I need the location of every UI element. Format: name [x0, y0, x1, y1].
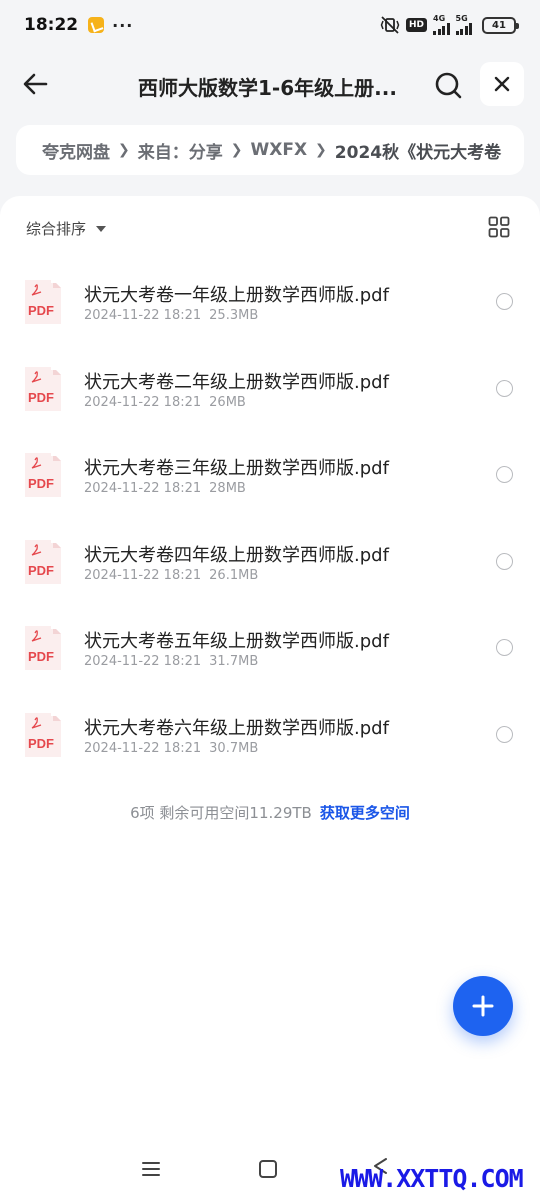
file-meta: 2024-11-22 18:21 30.7MB — [84, 741, 258, 756]
breadcrumb-item-current[interactable]: 2024秋《状元大考卷 — [335, 138, 501, 163]
file-date: 2024-11-22 18:21 — [84, 394, 202, 410]
file-size: 28MB — [209, 481, 246, 497]
pdf-file-icon: PDF — [25, 710, 61, 757]
select-checkbox[interactable] — [496, 466, 513, 484]
select-checkbox[interactable] — [496, 293, 513, 310]
hd-badge: HD — [405, 18, 427, 32]
file-row[interactable]: PDF 状元大考卷六年级上册数学西师版.pdf 2024-11-22 18:21… — [0, 679, 540, 766]
sim1-label: 4G — [433, 14, 446, 23]
file-name: 状元大考卷二年级上册数学西师版.pdf — [84, 371, 389, 393]
status-bar: 18:22 ··· HD 4G 5G 41 — [0, 0, 540, 50]
recent-apps-icon[interactable] — [141, 1160, 161, 1178]
file-date: 2024-11-22 18:21 — [84, 740, 202, 756]
file-date: 2024-11-22 18:21 — [84, 481, 202, 497]
get-more-space-link[interactable]: 获取更多空间 — [320, 804, 410, 822]
sort-button[interactable]: 综合排序 — [26, 218, 107, 239]
file-meta: 2024-11-22 18:21 31.7MB — [84, 654, 258, 669]
file-size: 31.7MB — [209, 654, 259, 670]
chevron-right-icon: ❯ — [315, 142, 327, 158]
file-name: 状元大考卷一年级上册数学西师版.pdf — [84, 285, 389, 306]
breadcrumb-item-share[interactable]: 来自：分享 — [138, 138, 223, 163]
file-list: PDF 状元大考卷一年级上册数学西师版.pdf 2024-11-22 18:21… — [0, 246, 540, 766]
file-name: 状元大考卷四年级上册数学西师版.pdf — [84, 544, 389, 566]
file-row[interactable]: PDF 状元大考卷五年级上册数学西师版.pdf 2024-11-22 18:21… — [0, 592, 540, 679]
pdf-icon-label: PDF — [28, 390, 54, 405]
pdf-icon-label: PDF — [28, 649, 54, 664]
pdf-file-icon: PDF — [25, 624, 61, 671]
status-time: 18:22 — [24, 15, 79, 35]
notification-app-icon — [88, 17, 105, 33]
signal-sim2-icon: 5G — [455, 14, 472, 35]
pdf-icon-label: PDF — [28, 476, 54, 491]
select-checkbox[interactable] — [496, 639, 513, 657]
plus-icon — [472, 995, 494, 1017]
pdf-file-icon: PDF — [25, 278, 61, 324]
add-button[interactable] — [453, 976, 513, 1036]
battery-level: 41 — [492, 19, 506, 31]
file-size: 25.3MB — [209, 308, 259, 323]
header: 西师大版数学1-6年级上册... — [0, 56, 540, 116]
file-row[interactable]: PDF 状元大考卷四年级上册数学西师版.pdf 2024-11-22 18:21… — [0, 506, 540, 593]
pdf-file-icon: PDF — [25, 451, 61, 498]
storage-summary-text: 6项 剩余可用空间11.29TB — [130, 804, 312, 822]
sort-label: 综合排序 — [26, 220, 87, 238]
file-meta: 2024-11-22 18:21 25.3MB — [84, 308, 258, 323]
battery-icon: 41 — [482, 16, 519, 34]
close-icon — [494, 76, 510, 92]
chevron-right-icon: ❯ — [230, 142, 243, 158]
more-notifications-icon: ··· — [112, 15, 134, 35]
home-button[interactable] — [259, 1160, 277, 1178]
watermark: WWW.XXTTQ.COM — [340, 1164, 524, 1193]
file-date: 2024-11-22 18:21 — [84, 654, 202, 670]
chevron-down-icon — [96, 225, 107, 232]
storage-summary: 6项 剩余可用空间11.29TB 获取更多空间 — [0, 802, 540, 823]
pdf-file-icon: PDF — [25, 537, 61, 584]
file-list-panel: 综合排序 PDF 状元大考卷一年级上册数学西师版.pdf 2024-11-22 … — [0, 196, 540, 1200]
file-date: 2024-11-22 18:21 — [84, 308, 202, 323]
arrow-left-icon[interactable] — [18, 66, 54, 102]
file-meta: 2024-11-22 18:21 26MB — [84, 395, 246, 410]
close-button[interactable] — [480, 62, 524, 106]
pdf-icon-label: PDF — [28, 303, 54, 318]
file-name: 状元大考卷三年级上册数学西师版.pdf — [84, 458, 389, 480]
breadcrumb-item-wxfx[interactable]: WXFX — [250, 140, 307, 160]
file-size: 26.1MB — [209, 567, 259, 583]
file-size: 26MB — [209, 394, 246, 410]
file-meta: 2024-11-22 18:21 26.1MB — [84, 568, 258, 583]
file-row[interactable]: PDF 状元大考卷一年级上册数学西师版.pdf 2024-11-22 18:21… — [0, 246, 540, 333]
page-title: 西师大版数学1-6年级上册... — [138, 76, 397, 100]
grid-view-icon[interactable] — [488, 216, 510, 238]
vibrate-mute-icon — [380, 16, 400, 34]
pdf-icon-label: PDF — [28, 563, 54, 578]
file-row[interactable]: PDF 状元大考卷二年级上册数学西师版.pdf 2024-11-22 18:21… — [0, 333, 540, 420]
sim2-label: 5G — [455, 14, 468, 23]
search-icon[interactable] — [430, 67, 466, 103]
pdf-file-icon: PDF — [25, 364, 61, 411]
file-row[interactable]: PDF 状元大考卷三年级上册数学西师版.pdf 2024-11-22 18:21… — [0, 419, 540, 506]
breadcrumb: 夸克网盘 ❯ 来自：分享 ❯ WXFX ❯ 2024秋《状元大考卷 — [16, 125, 524, 175]
file-date: 2024-11-22 18:21 — [84, 567, 202, 583]
file-name: 状元大考卷六年级上册数学西师版.pdf — [84, 717, 389, 739]
file-meta: 2024-11-22 18:21 28MB — [84, 481, 246, 496]
file-size: 30.7MB — [209, 740, 259, 756]
select-checkbox[interactable] — [496, 379, 513, 397]
pdf-icon-label: PDF — [28, 736, 54, 751]
signal-sim1-icon: 4G — [433, 15, 450, 35]
select-checkbox[interactable] — [496, 552, 513, 570]
file-name: 状元大考卷五年级上册数学西师版.pdf — [84, 631, 389, 653]
chevron-right-icon: ❯ — [118, 142, 130, 158]
select-checkbox[interactable] — [496, 725, 513, 743]
breadcrumb-item-root[interactable]: 夸克网盘 — [42, 138, 110, 163]
